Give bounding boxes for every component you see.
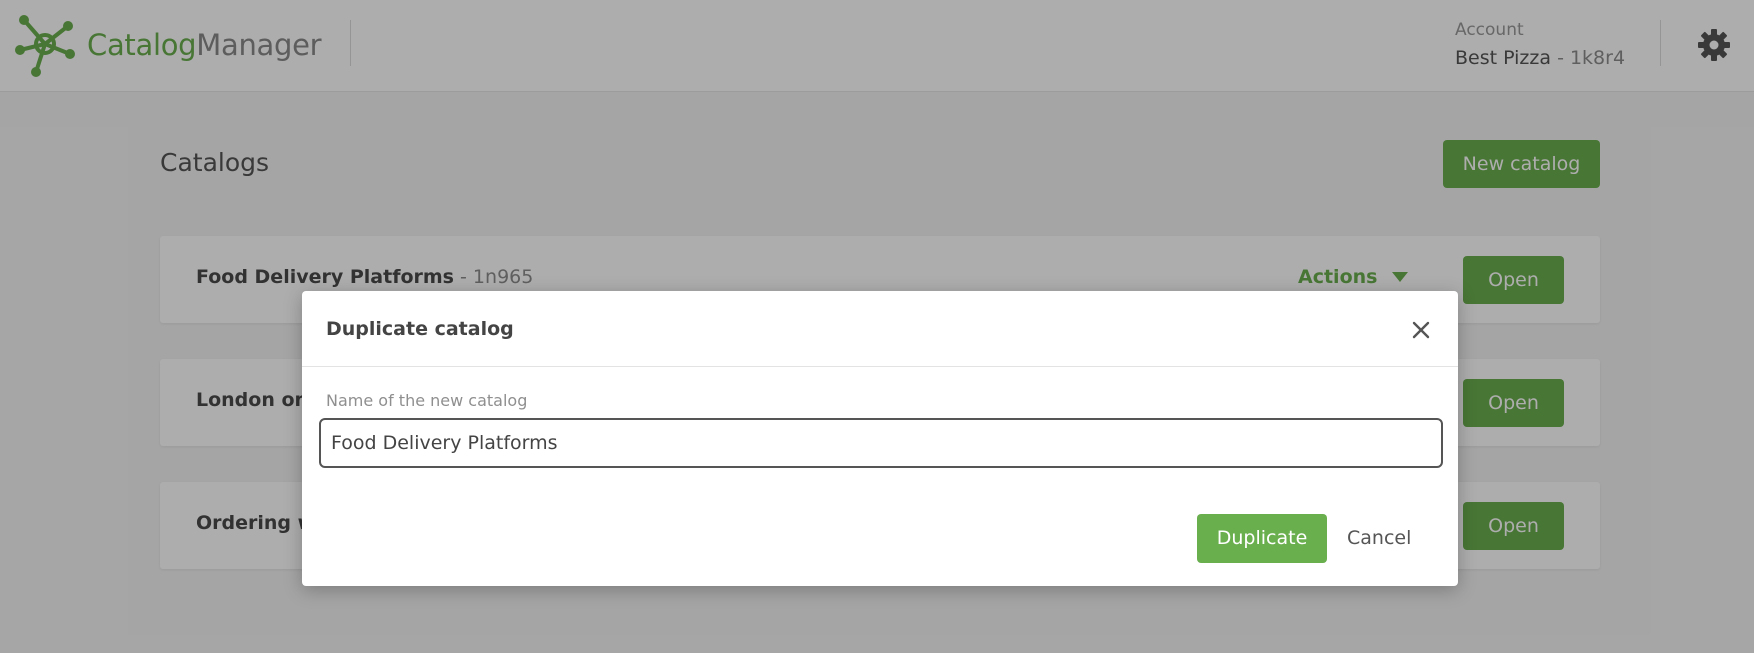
dialog-divider <box>302 366 1458 367</box>
cancel-button[interactable]: Cancel <box>1347 527 1411 549</box>
catalog-name-input[interactable] <box>319 418 1443 468</box>
close-icon[interactable] <box>1408 317 1434 343</box>
duplicate-catalog-dialog: Duplicate catalog Name of the new catalo… <box>302 291 1458 586</box>
dialog-title: Duplicate catalog <box>326 318 514 340</box>
duplicate-button[interactable]: Duplicate <box>1197 514 1327 563</box>
catalog-name-label: Name of the new catalog <box>326 391 528 410</box>
